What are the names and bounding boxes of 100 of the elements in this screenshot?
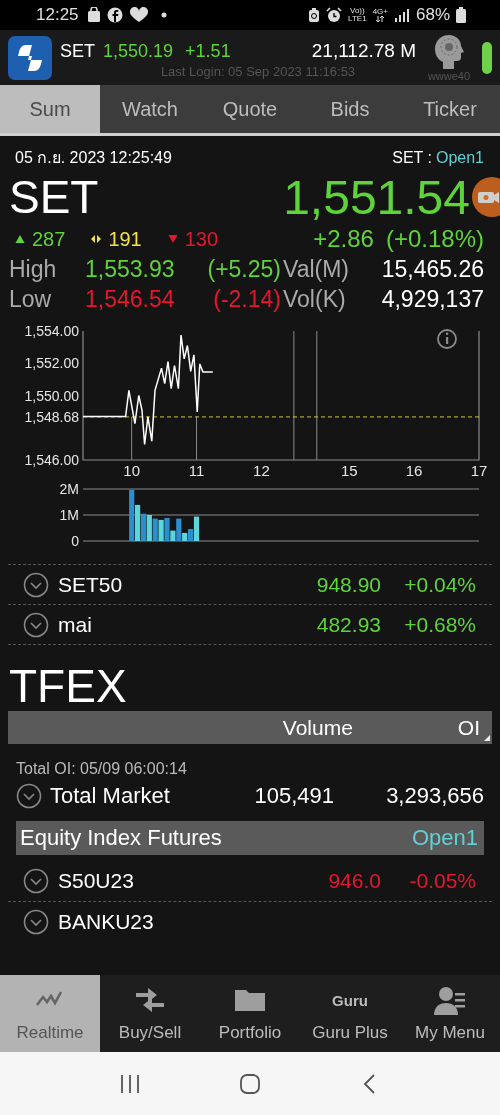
y-axis-label: 0 — [71, 533, 79, 549]
nav-button[interactable]: Guru Guru Plus — [300, 975, 400, 1052]
corner-triangle-icon — [484, 735, 490, 741]
stock-count: 191 — [108, 227, 142, 251]
stat-label: High — [9, 255, 58, 283]
stat-value: 4,929,137 — [380, 285, 484, 313]
nav-button[interactable]: Realtime — [0, 975, 100, 1052]
column-header: OI — [457, 715, 480, 740]
tab[interactable]: Sum — [0, 85, 100, 133]
index-change: +0.04% — [403, 572, 476, 597]
contract-name: S50U23 — [58, 869, 135, 893]
index-name: mai — [58, 612, 93, 637]
x-axis-label: 10 — [123, 462, 140, 479]
index-last-value: 1,551.54 — [283, 169, 470, 225]
shopping-bag-icon — [86, 7, 101, 23]
date-time: 05 ก.ย. 2023 12:25:49 — [15, 148, 172, 168]
connection-status-icon — [482, 41, 492, 74]
camera-bubble-icon — [470, 177, 500, 217]
y-axis-label: 1,550.00 — [24, 387, 79, 404]
social-app-icon — [106, 7, 123, 23]
clock-time: 12:25 — [36, 5, 79, 25]
alarm-icon — [326, 7, 343, 23]
up-triangle-icon — [15, 234, 25, 244]
left-right-arrow-icon — [91, 234, 102, 244]
expand-chevron-icon[interactable] — [23, 611, 49, 638]
group-name: Equity Index Futures — [20, 825, 222, 851]
network-label: Vo)) — [350, 7, 365, 15]
network-label: LTE1 — [348, 15, 367, 23]
x-axis-label: 17 — [470, 462, 488, 479]
grid-line — [196, 416, 198, 461]
tab[interactable]: Bids — [300, 85, 400, 133]
y-axis-label: 1,548.68 — [24, 408, 79, 425]
tab[interactable]: Quote — [200, 85, 300, 133]
market-name: Total Market — [50, 783, 171, 809]
stat-value: 1,553.93 — [85, 255, 176, 283]
notification-dot-icon — [160, 12, 167, 18]
index-value: 948.90 — [315, 572, 381, 597]
market-status: Open1 — [411, 825, 478, 851]
section-title: TFEX — [8, 659, 128, 711]
recent-apps-icon[interactable] — [118, 1072, 142, 1095]
x-axis-label: 15 — [340, 462, 358, 479]
data-arrows-icon — [375, 16, 386, 22]
index-change: +2.86 — [313, 225, 374, 253]
down-triangle-icon — [167, 234, 178, 244]
nav-button[interactable]: Portfolio — [200, 975, 300, 1052]
expand-chevron-icon[interactable] — [16, 783, 42, 809]
stat-label: Low — [9, 285, 53, 313]
expand-chevron-icon[interactable] — [23, 868, 49, 894]
y-axis-label: 1,552.00 — [24, 355, 79, 372]
stock-count: 130 — [184, 227, 219, 251]
guru-logo: Guru — [332, 992, 368, 1009]
index-value: 1,550.19 — [103, 41, 174, 62]
x-axis-label: 16 — [405, 462, 423, 479]
index-name: SET — [9, 170, 99, 224]
index-value: 482.93 — [315, 612, 381, 637]
stat-label: Vol(K) — [283, 285, 347, 313]
battery-saver-icon — [308, 7, 321, 23]
info-icon — [437, 329, 457, 349]
heart-icon — [128, 7, 149, 23]
user-id: wwwe40 — [427, 69, 471, 82]
market-status: Open1 — [435, 148, 484, 167]
tab[interactable]: Ticker — [400, 85, 500, 133]
contract-price: 946.0 — [327, 869, 381, 893]
battery-icon — [456, 7, 466, 23]
volume-value: 105,491 — [253, 783, 334, 809]
grid-line — [131, 416, 133, 461]
index-change: +1.51 — [185, 41, 231, 62]
contract-change: -0.05% — [408, 869, 476, 893]
index-name: SET — [60, 41, 95, 62]
stat-change: (+5.25) — [206, 255, 281, 283]
expand-chevron-icon[interactable] — [23, 909, 49, 935]
y-axis-label: 1M — [59, 507, 79, 523]
column-header: Volume — [282, 715, 354, 740]
stock-count: 287 — [32, 227, 66, 251]
market-label: SET : — [392, 148, 432, 167]
network-label: 4G+ — [372, 8, 388, 16]
index-name: SET50 — [58, 572, 124, 597]
index-percent-change: (+0.18%) — [385, 225, 484, 253]
total-oi-text: Total OI: 05/09 06:00:14 — [15, 759, 188, 778]
index-change: +0.68% — [403, 612, 476, 637]
y-axis-label: 1,554.00 — [24, 323, 79, 339]
turnover-value: 21,112.78 M — [311, 40, 416, 62]
y-axis-label: 2M — [59, 482, 79, 497]
last-login-text: Last Login: 05 Sep 2023 11:16:53 — [159, 64, 357, 79]
stat-value: 1,546.54 — [85, 285, 176, 313]
open-interest-value: 3,293,656 — [385, 783, 484, 809]
app-logo[interactable] — [8, 35, 52, 80]
tab[interactable]: Watch — [100, 85, 200, 133]
battery-percentage: 68% — [415, 5, 450, 25]
person-list-icon — [433, 984, 467, 1017]
x-axis-label: 11 — [188, 462, 205, 479]
nav-button[interactable]: My Menu — [400, 975, 500, 1052]
signal-icon — [393, 8, 410, 22]
nav-button[interactable]: Buy/Sell — [100, 975, 200, 1052]
expand-chevron-icon[interactable] — [23, 571, 49, 598]
y-axis-label: 1,546.00 — [24, 452, 79, 468]
stat-change: (-2.14) — [212, 285, 281, 313]
stat-value: 15,465.26 — [380, 255, 484, 283]
contract-name: BANKU23 — [58, 910, 155, 934]
home-icon[interactable] — [238, 1072, 262, 1095]
